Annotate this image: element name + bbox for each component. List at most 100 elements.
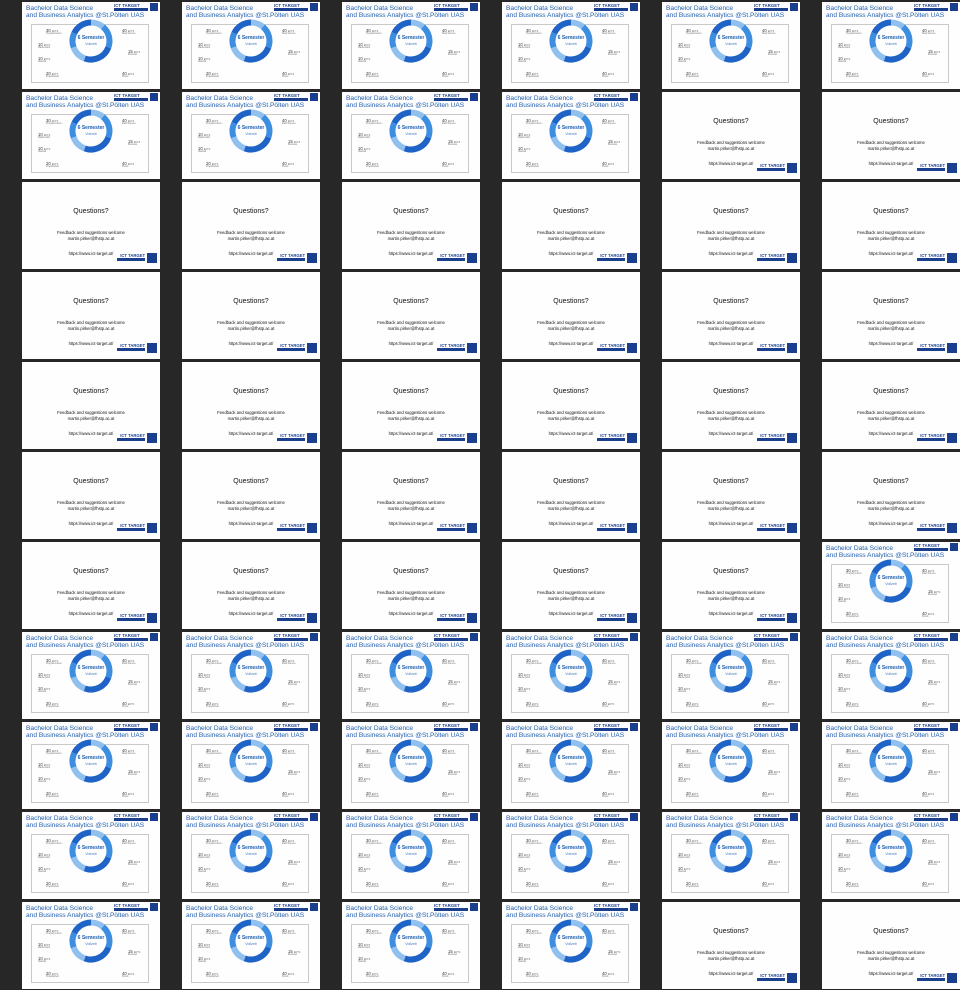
slide-thumbnail-content[interactable]: Bachelor Data Science and Business Analyt… bbox=[822, 812, 960, 899]
ects-caption: Programmieren bbox=[366, 753, 382, 755]
slide-thumbnail-questions[interactable]: Questions? Feedback and suggestions welco… bbox=[822, 362, 960, 449]
slide-thumbnail-content[interactable]: Bachelor Data Science and Business Analyt… bbox=[342, 812, 480, 899]
ects-caption: Data Science bbox=[762, 663, 776, 665]
slide-thumbnail-questions[interactable]: Questions? Feedback and suggestions welco… bbox=[342, 542, 480, 629]
slide-thumbnail-content[interactable]: Bachelor Data Science and Business Analyt… bbox=[502, 722, 640, 809]
slide-thumbnail-content[interactable]: Bachelor Data Science and Business Analyt… bbox=[342, 92, 480, 179]
donut-segment bbox=[563, 856, 592, 873]
slide-thumbnail-questions[interactable]: Questions? Feedback and suggestions welco… bbox=[502, 182, 640, 269]
slide-thumbnail-content[interactable]: Bachelor Data Science and Business Analyt… bbox=[22, 2, 160, 89]
slide-thumbnail-content[interactable]: Bachelor Data Science and Business Analyt… bbox=[22, 632, 160, 719]
ict-target-logo: ICT TARGET bbox=[433, 253, 477, 265]
slide-thumbnail-questions[interactable]: Questions? Feedback and suggestions welco… bbox=[822, 452, 960, 539]
logo-bar bbox=[754, 8, 788, 11]
ects-caption: Praxis bbox=[282, 976, 289, 978]
logo-square bbox=[950, 3, 958, 11]
slide-thumbnail-content[interactable]: Bachelor Data Science and Business Analyt… bbox=[22, 92, 160, 179]
ects-caption: Programmieren bbox=[526, 753, 542, 755]
slide-thumbnail-content[interactable]: Bachelor Data Science and Business Analyt… bbox=[182, 2, 320, 89]
ects-caption: Data Science bbox=[282, 663, 296, 665]
donut-segment bbox=[250, 649, 265, 660]
slide-thumbnail-content[interactable]: Bachelor Data Science and Business Analyt… bbox=[342, 902, 480, 989]
logo-bar bbox=[597, 528, 625, 531]
ects-caption: Business bbox=[128, 684, 138, 686]
slide-thumbnail-content[interactable]: Bachelor Data Science and Business Analyt… bbox=[662, 812, 800, 899]
slide-thumbnail-content[interactable]: Bachelor Data Science and Business Analyt… bbox=[342, 2, 480, 89]
logo-square bbox=[467, 343, 477, 353]
slide-thumbnail-questions[interactable]: Questions? Feedback and suggestions welco… bbox=[182, 272, 320, 359]
slide-thumbnail-questions[interactable]: Questions? Feedback and suggestions welco… bbox=[502, 542, 640, 629]
slide-thumbnail-content[interactable]: Bachelor Data Science and Business Analyt… bbox=[182, 632, 320, 719]
slide-thumbnail-questions[interactable]: Questions? Feedback and suggestions welco… bbox=[182, 542, 320, 629]
slide-thumbnail-content[interactable]: Bachelor Data Science and Business Analyt… bbox=[822, 2, 960, 89]
slide-thumbnail-questions[interactable]: Questions? Feedback and suggestions welco… bbox=[662, 902, 800, 989]
slide-thumbnail-questions[interactable]: Questions? Feedback and suggestions welco… bbox=[822, 92, 960, 179]
slide-thumbnail-questions[interactable]: Questions? Feedback and suggestions welco… bbox=[22, 272, 160, 359]
slide-thumbnail-questions[interactable]: Questions? Feedback and suggestions welco… bbox=[502, 272, 640, 359]
ects-caption: Programmieren bbox=[46, 843, 62, 845]
donut-segment bbox=[403, 136, 432, 153]
slide-thumbnail-questions[interactable]: Questions? Feedback and suggestions welco… bbox=[502, 452, 640, 539]
slide-thumbnail-content[interactable]: Bachelor Data Science and Business Analyt… bbox=[182, 812, 320, 899]
ects-caption: Mathematik bbox=[678, 767, 690, 769]
donut-segment bbox=[711, 829, 732, 845]
slide-thumbnail-questions[interactable]: Questions? Feedback and suggestions welco… bbox=[342, 452, 480, 539]
slide-thumbnail-content[interactable]: Bachelor Data Science and Business Analyt… bbox=[22, 902, 160, 989]
slide-thumbnail-content[interactable]: Bachelor Data Science and Business Analyt… bbox=[502, 812, 640, 899]
ects-caption: Projektarbeit bbox=[206, 796, 219, 798]
slide-thumbnail-questions[interactable]: Questions? Feedback and suggestions welco… bbox=[22, 362, 160, 449]
slide-thumbnail-content[interactable]: Bachelor Data Science and Business Analyt… bbox=[342, 632, 480, 719]
slide-thumbnail-questions[interactable]: Questions? Feedback and suggestions welco… bbox=[822, 182, 960, 269]
slide-thumbnail-questions[interactable]: Questions? Feedback and suggestions welco… bbox=[662, 182, 800, 269]
ects-caption: Business bbox=[928, 774, 938, 776]
slide-thumbnail-questions[interactable]: Questions? Feedback and suggestions welco… bbox=[502, 362, 640, 449]
donut-segment bbox=[550, 946, 566, 962]
slide-thumbnail-questions[interactable]: Questions? Feedback and suggestions welco… bbox=[662, 92, 800, 179]
slide-thumbnail-questions[interactable]: Questions? Feedback and suggestions welco… bbox=[342, 182, 480, 269]
slide-thumbnail-content[interactable]: Bachelor Data Science and Business Analyt… bbox=[182, 722, 320, 809]
ects-caption: Projektarbeit bbox=[686, 706, 699, 708]
slide-thumbnail-questions[interactable]: Questions? Feedback and suggestions welco… bbox=[182, 362, 320, 449]
questions-heading: Questions? bbox=[73, 568, 109, 575]
slide-thumbnail-questions[interactable]: Questions? Feedback and suggestions welco… bbox=[662, 272, 800, 359]
ects-unit: ECTS bbox=[927, 613, 935, 616]
donut-center-subtitle: Vollzeit bbox=[85, 942, 97, 946]
slide-thumbnail-content[interactable]: Bachelor Data Science and Business Analyt… bbox=[502, 632, 640, 719]
slide-thumbnail-content[interactable]: Bachelor Data Science and Business Analyt… bbox=[502, 902, 640, 989]
logo-square bbox=[627, 523, 637, 533]
slide-thumbnail-content[interactable]: Bachelor Data Science and Business Analyt… bbox=[182, 92, 320, 179]
slide-thumbnail-questions[interactable]: Questions? Feedback and suggestions welco… bbox=[662, 362, 800, 449]
donut-center-subtitle: Vollzeit bbox=[885, 852, 897, 856]
slide-thumbnail-content[interactable]: Bachelor Data Science and Business Analyt… bbox=[822, 632, 960, 719]
slide-thumbnail-content[interactable]: Bachelor Data Science and Business Analyt… bbox=[822, 722, 960, 809]
slide-thumbnail-content[interactable]: Bachelor Data Science and Business Analyt… bbox=[662, 2, 800, 89]
ict-target-logo: ICT TARGET bbox=[754, 813, 798, 823]
slide-thumbnail-content[interactable]: Bachelor Data Science and Business Analyt… bbox=[22, 722, 160, 809]
ects-caption: Projektarbeit bbox=[526, 796, 539, 798]
slide-thumbnail-questions[interactable]: Questions? Feedback and suggestions welco… bbox=[22, 542, 160, 629]
contact-email: martin.pirker@fhstp.ac.at bbox=[867, 506, 915, 511]
slide-thumbnail-questions[interactable]: Questions? Feedback and suggestions welco… bbox=[182, 182, 320, 269]
slide-thumbnail-questions[interactable]: Questions? Feedback and suggestions welco… bbox=[662, 542, 800, 629]
slide-thumbnail-questions[interactable]: Questions? Feedback and suggestions welco… bbox=[22, 452, 160, 539]
ict-target-logo: ICT TARGET bbox=[753, 343, 797, 355]
slide-thumbnail-content[interactable]: Bachelor Data Science and Business Analyt… bbox=[342, 722, 480, 809]
slide-thumbnail-questions[interactable]: Questions? Feedback and suggestions welco… bbox=[22, 182, 160, 269]
ects-caption: Praxis bbox=[122, 76, 129, 78]
logo-square bbox=[950, 543, 958, 551]
slide-thumbnail-questions[interactable]: Questions? Feedback and suggestions welco… bbox=[182, 452, 320, 539]
slide-thumbnail-content[interactable]: Bachelor Data Science and Business Analyt… bbox=[662, 722, 800, 809]
slide-thumbnail-questions[interactable]: Questions? Feedback and suggestions welco… bbox=[342, 272, 480, 359]
slide-thumbnail-questions[interactable]: Questions? Feedback and suggestions welco… bbox=[662, 452, 800, 539]
slide-thumbnail-content[interactable]: Bachelor Data Science and Business Analyt… bbox=[662, 632, 800, 719]
contact-email: martin.pirker@fhstp.ac.at bbox=[67, 506, 115, 511]
slide-thumbnail-questions[interactable]: Questions? Feedback and suggestions welco… bbox=[342, 362, 480, 449]
slide-thumbnail-content[interactable]: Bachelor Data Science and Business Analyt… bbox=[502, 92, 640, 179]
slide-thumbnail-questions[interactable]: Questions? Feedback and suggestions welco… bbox=[822, 272, 960, 359]
slide-thumbnail-content[interactable]: Bachelor Data Science and Business Analyt… bbox=[22, 812, 160, 899]
slide-thumbnail-content[interactable]: Bachelor Data Science and Business Analyt… bbox=[182, 902, 320, 989]
ects-caption: Projektarbeit bbox=[366, 706, 379, 708]
slide-thumbnail-questions[interactable]: Questions? Feedback and suggestions welco… bbox=[822, 902, 960, 989]
slide-thumbnail-content[interactable]: Bachelor Data Science and Business Analyt… bbox=[502, 2, 640, 89]
slide-thumbnail-content[interactable]: Bachelor Data Science and Business Analyt… bbox=[822, 542, 960, 629]
